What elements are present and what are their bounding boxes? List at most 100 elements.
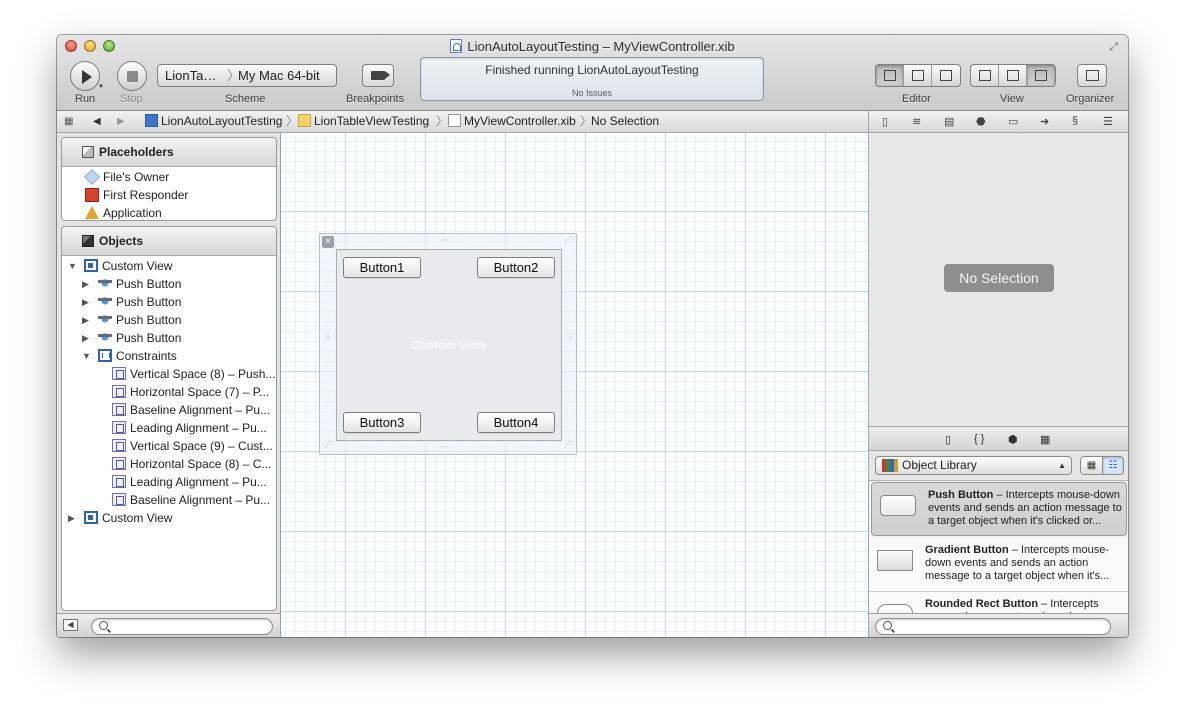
organizer-button[interactable]	[1077, 64, 1107, 87]
outline-item-label: Horizontal Space (7) – P...	[130, 385, 270, 399]
library-filter-field[interactable]	[875, 618, 1111, 635]
outline-constraint[interactable]: Baseline Alignment – Pu...	[62, 491, 276, 509]
outline-constraint[interactable]: Leading Alignment – Pu...	[62, 473, 276, 491]
outline-constraint[interactable]: Vertical Space (9) – Cust...	[62, 437, 276, 455]
debug-area-toggle-button[interactable]	[999, 65, 1027, 86]
button3[interactable]: Button3	[343, 412, 421, 433]
library-item-gradient-button[interactable]: Gradient Button – Intercepts mouse-down …	[869, 538, 1128, 592]
file-inspector-icon[interactable]: ▯	[882, 115, 888, 128]
outline-filter-field[interactable]	[91, 618, 273, 635]
custom-view-frame[interactable]: × ∙∙∙ ⋰ ⋮ ⋮ ⋰ ∙∙∙ ⋰ Custom View Button1 …	[319, 233, 577, 455]
constraint-icon	[112, 367, 126, 380]
jump-bar: ▦ ◀ ▶ LionAutoLayoutTesting 〉 LionTableV…	[57, 111, 868, 133]
button1[interactable]: Button1	[343, 257, 421, 278]
disclosure-collapsed-icon[interactable]: ▶	[82, 311, 92, 329]
breadcrumb-selection[interactable]: No Selection	[591, 111, 659, 132]
version-editor-button[interactable]	[932, 65, 960, 86]
utilities-toggle-button[interactable]	[1027, 65, 1055, 86]
library-filter-input[interactable]	[896, 620, 1104, 633]
identity-inspector-icon[interactable]: ▤	[944, 115, 954, 128]
code-snippet-library-icon[interactable]: { }	[974, 433, 984, 445]
interface-builder-canvas[interactable]: × ∙∙∙ ⋰ ⋮ ⋮ ⋰ ∙∙∙ ⋰ Custom View Button1 …	[281, 133, 868, 637]
disclosure-expanded-icon[interactable]: ▼	[82, 347, 92, 365]
outline-filter-input[interactable]	[112, 620, 266, 633]
utilities-pane-icon	[1035, 70, 1047, 81]
close-view-icon[interactable]: ×	[322, 236, 334, 248]
hide-outline-button[interactable]: ◀	[63, 619, 78, 631]
fullscreen-icon[interactable]: ⤢	[1109, 41, 1118, 54]
effects-inspector-icon[interactable]: ☰	[1103, 115, 1113, 128]
outline-push-button[interactable]: ▶ Push Button	[62, 293, 276, 311]
resize-handle-top-right-icon[interactable]: ⋰	[564, 236, 572, 244]
disclosure-collapsed-icon[interactable]: ▶	[68, 509, 78, 527]
placeholder-label: First Responder	[103, 188, 189, 202]
scheme-popup[interactable]: LionTa… 〉 My Mac 64-bit	[157, 64, 337, 87]
scheme-label: Scheme	[225, 93, 266, 105]
resize-handle-bottom-icon[interactable]: ∙∙∙	[441, 443, 448, 451]
run-button[interactable]	[70, 61, 100, 91]
resize-handle-bottom-left-icon[interactable]: ⋰	[324, 441, 332, 449]
bindings-inspector-icon[interactable]: §	[1072, 115, 1078, 127]
connections-inspector-icon[interactable]: ➜	[1040, 115, 1049, 128]
size-inspector-icon[interactable]: ▭	[1008, 115, 1018, 128]
custom-view[interactable]: Custom View Button1 Button2 Button3 Butt…	[336, 249, 562, 441]
resize-handle-bottom-right-icon[interactable]: ⋰	[564, 441, 572, 449]
navigator-toggle-button[interactable]	[971, 65, 999, 86]
back-arrow-icon[interactable]: ◀	[93, 111, 101, 132]
outline-constraint[interactable]: Baseline Alignment – Pu...	[62, 401, 276, 419]
outline-item-label: Custom View	[102, 259, 173, 273]
scheme-destination[interactable]: My Mac 64-bit	[238, 65, 320, 86]
button4[interactable]: Button4	[477, 412, 555, 433]
disclosure-collapsed-icon[interactable]: ▶	[82, 275, 92, 293]
library-item-push-button[interactable]: Push Button – Intercepts mouse-down even…	[871, 482, 1127, 536]
outline-constraint[interactable]: Leading Alignment – Pu...	[62, 419, 276, 437]
outline-constraint[interactable]: Horizontal Space (8) – C...	[62, 455, 276, 473]
debug-pane-icon	[1007, 70, 1019, 81]
run-label: Run	[75, 93, 96, 105]
constraint-icon	[112, 457, 126, 470]
breadcrumb-project[interactable]: LionAutoLayoutTesting	[145, 111, 282, 132]
outline-custom-view[interactable]: ▼ Custom View	[62, 257, 276, 275]
attributes-inspector-icon[interactable]: ⬣	[976, 115, 986, 128]
icon-view-button[interactable]: ▦	[1081, 457, 1102, 474]
activity-issues[interactable]: No Issues	[421, 88, 763, 98]
scheme-target[interactable]: LionTa…	[165, 65, 216, 86]
stop-button[interactable]	[117, 61, 147, 91]
outline-footer: ◀	[57, 613, 281, 637]
outline-constraint[interactable]: Vertical Space (8) – Push...	[62, 365, 276, 383]
toolbar: LionAutoLayoutTesting – MyViewController…	[57, 35, 1128, 111]
breadcrumb-file[interactable]: MyViewController.xib	[448, 111, 576, 132]
library-header: Object Library ▲▼ ▦ ☷	[868, 451, 1128, 481]
outline-constraints[interactable]: ▼ Constraints	[62, 347, 276, 365]
library-item-rounded-rect-button[interactable]: Rounded Rect Button – Intercepts mouse-d…	[869, 592, 1128, 613]
disclosure-collapsed-icon[interactable]: ▶	[82, 293, 92, 311]
disclosure-expanded-icon[interactable]: ▼	[68, 257, 78, 275]
run-menu-caret-icon[interactable]: ▼	[98, 84, 104, 90]
standard-editor-button[interactable]	[876, 65, 904, 86]
outline-constraint[interactable]: Horizontal Space (7) – P...	[62, 383, 276, 401]
object-library-icon[interactable]: ⬢	[1008, 433, 1018, 446]
button2[interactable]: Button2	[477, 257, 555, 278]
outline-item-label: Custom View	[102, 511, 173, 525]
library-item-name: Rounded Rect Button	[925, 598, 1039, 610]
media-library-icon[interactable]: ▦	[1040, 433, 1050, 446]
resize-handle-top-icon[interactable]: ∙∙∙	[441, 236, 448, 244]
outline-push-button[interactable]: ▶ Push Button	[62, 275, 276, 293]
related-items-icon[interactable]: ▦	[64, 111, 73, 132]
outline-push-button[interactable]: ▶ Push Button	[62, 329, 276, 347]
forward-arrow-icon[interactable]: ▶	[117, 111, 125, 132]
breakpoints-button[interactable]	[362, 64, 394, 87]
quick-help-icon[interactable]: ≋	[912, 115, 921, 128]
breadcrumb-folder[interactable]: LionTableViewTesting	[298, 111, 429, 132]
window-title: LionAutoLayoutTesting – MyViewController…	[57, 39, 1128, 54]
view-segmented-control	[970, 64, 1056, 87]
assistant-editor-button[interactable]	[904, 65, 932, 86]
disclosure-collapsed-icon[interactable]: ▶	[82, 329, 92, 347]
library-popup[interactable]: Object Library ▲▼	[875, 456, 1072, 475]
resize-handle-left-icon[interactable]: ⋮	[324, 333, 332, 341]
resize-handle-right-icon[interactable]: ⋮	[567, 333, 575, 341]
outline-push-button[interactable]: ▶ Push Button	[62, 311, 276, 329]
file-template-library-icon[interactable]: ▯	[945, 433, 951, 446]
list-view-button[interactable]: ☷	[1102, 457, 1123, 474]
outline-custom-view[interactable]: ▶ Custom View	[62, 509, 276, 527]
